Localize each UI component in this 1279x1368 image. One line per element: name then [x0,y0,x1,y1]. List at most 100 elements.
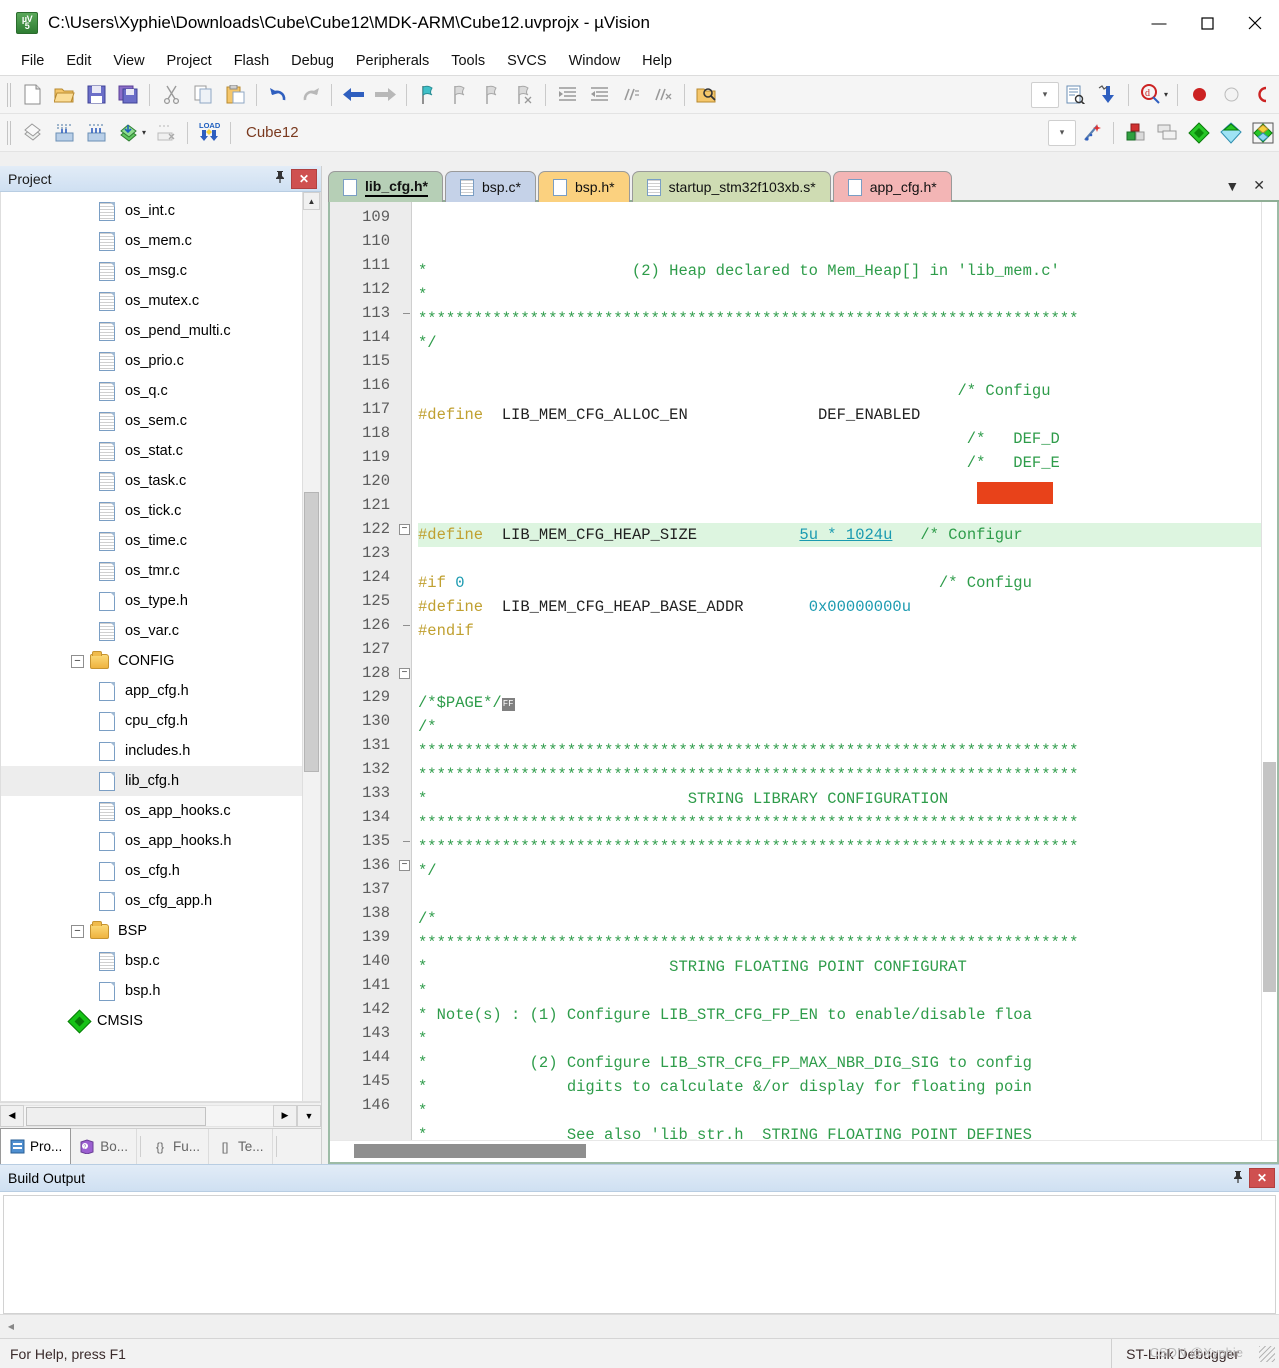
tree-expander-icon[interactable]: − [71,924,84,938]
tree-item-includes-h[interactable]: includes.h [1,736,302,766]
navigate-back-icon[interactable] [337,80,369,110]
load-icon[interactable]: LOAD [193,118,225,148]
code-line[interactable]: /* Configu [418,379,1261,403]
tree-item-os-task-c[interactable]: os_task.c [1,466,302,496]
config-wizard-icon[interactable] [1059,80,1091,110]
code-line[interactable]: * [418,283,1261,307]
code-line[interactable]: */ [418,859,1261,883]
code-line[interactable] [418,667,1261,691]
tree-item-os-tick-c[interactable]: os_tick.c [1,496,302,526]
open-file-icon[interactable] [48,80,80,110]
uncomment-icon[interactable] [647,80,679,110]
code-line[interactable]: ****************************************… [418,739,1261,763]
code-line[interactable]: * [418,979,1261,1003]
build-hscroll-left-button[interactable]: ◀ [0,1317,22,1337]
bookmark-prev-icon[interactable] [444,80,476,110]
paste-icon[interactable] [219,80,251,110]
code-folding-column[interactable]: − − − [398,202,412,1140]
tab-project[interactable]: Pro... [0,1128,72,1164]
build-output-hscrollbar[interactable]: ◀ [0,1314,1279,1338]
tree-item-app-cfg-h[interactable]: app_cfg.h [1,676,302,706]
bookmark-clear-icon[interactable] [508,80,540,110]
outdent-icon[interactable] [583,80,615,110]
tree-item-os-prio-c[interactable]: os_prio.c [1,346,302,376]
tree-expander-icon[interactable]: − [71,654,84,668]
tree-item-os-msg-c[interactable]: os_msg.c [1,256,302,286]
tree-item-os-q-c[interactable]: os_q.c [1,376,302,406]
tree-item-cpu-cfg-h[interactable]: cpu_cfg.h [1,706,302,736]
menu-tools[interactable]: Tools [440,49,496,73]
scroll-down-button[interactable]: ▼ [297,1104,321,1127]
code-line[interactable]: /* DEF_E [418,451,1261,475]
batch-build-dropdown-icon[interactable]: ▾ [138,118,150,148]
menu-view[interactable]: View [102,49,155,73]
cut-icon[interactable] [155,80,187,110]
insert-breakpoint-icon[interactable] [1183,80,1215,110]
menu-file[interactable]: File [10,49,55,73]
debug-dropdown-icon[interactable]: ▾ [1160,80,1172,110]
find-in-files-icon[interactable] [690,80,722,110]
fold-collapse-icon[interactable]: − [399,667,410,679]
build-pin-icon[interactable] [1227,1170,1249,1187]
hscroll-track[interactable] [24,1104,273,1127]
tree-item-bsp[interactable]: − BSP [1,916,302,946]
redo-icon[interactable] [294,80,326,110]
editor-tab-startup-stm32f103xb-s-[interactable]: startup_stm32f103xb.s* [631,171,831,202]
disable-breakpoint-icon[interactable] [1215,80,1247,110]
code-line[interactable]: /* [418,907,1261,931]
configure-combo-icon[interactable]: ▾ [1031,81,1059,108]
fold-collapse-icon[interactable]: − [399,859,410,871]
editor-vertical-scrollbar[interactable] [1261,202,1277,1140]
tree-item-os-stat-c[interactable]: os_stat.c [1,436,302,466]
project-tree-hscrollbar[interactable]: ◀ ▶ ▼ [0,1102,321,1128]
multi-project-icon[interactable] [1151,118,1183,148]
code-line[interactable]: ****************************************… [418,811,1261,835]
undo-icon[interactable] [262,80,294,110]
save-all-icon[interactable] [112,80,144,110]
project-tree-scrollbar[interactable]: ▲ [302,192,320,1101]
code-line[interactable]: ****************************************… [418,931,1261,955]
code-line[interactable] [418,499,1261,523]
kill-breakpoints-icon[interactable] [1247,80,1279,110]
target-options-icon[interactable]: ▾ [1048,119,1076,146]
tab-list-dropdown-icon[interactable]: ▼ [1225,178,1239,194]
minimize-button[interactable]: — [1135,0,1183,46]
manage-project-items-icon[interactable] [1119,118,1151,148]
editor-hscroll-thumb[interactable] [354,1144,586,1158]
code-line[interactable]: #if 0 /* Configu [418,571,1261,595]
code-area[interactable]: 109 110 111 112 113 114 115 116 117 118 119 120 121 1… [330,202,1277,1140]
tree-item-os-var-c[interactable]: os_var.c [1,616,302,646]
rebuild-icon[interactable] [80,118,112,148]
pin-icon[interactable] [269,170,291,187]
tree-item-os-mem-c[interactable]: os_mem.c [1,226,302,256]
hscroll-right-button[interactable]: ▶ [273,1104,297,1127]
code-line[interactable]: * (2) Configure LIB_STR_CFG_FP_MAX_NBR_D… [418,1051,1261,1075]
menu-debug[interactable]: Debug [280,49,345,73]
tree-item-os-sem-c[interactable]: os_sem.c [1,406,302,436]
code-line[interactable]: * (2) Heap declared to Mem_Heap[] in 'li… [418,259,1261,283]
code-line[interactable]: * STRING FLOATING POINT CONFIGURAT [418,955,1261,979]
scroll-up-button[interactable]: ▲ [303,192,320,210]
code-line[interactable]: */ [418,331,1261,355]
navigate-forward-icon[interactable] [369,80,401,110]
fold-marker[interactable]: − [398,517,411,541]
code-line[interactable]: * See also 'lib_str.h STRING FLOATING PO… [418,1123,1261,1140]
build-output-close-button[interactable]: ✕ [1249,1168,1275,1188]
bookmark-toggle-icon[interactable] [412,80,444,110]
fold-marker[interactable]: − [398,661,411,685]
tree-item-os-int-c[interactable]: os_int.c [1,196,302,226]
download-icon[interactable] [1091,80,1123,110]
editor-tab-app-cfg-h-[interactable]: app_cfg.h* [832,171,952,202]
manage-rte-icon[interactable] [1215,118,1247,148]
fold-marker[interactable]: − [398,853,411,877]
editor-tab-lib-cfg-h-[interactable]: lib_cfg.h* [328,171,444,202]
code-line[interactable]: #define LIB_MEM_CFG_HEAP_BASE_ADDR 0x000… [418,595,1261,619]
tree-item-lib-cfg-h[interactable]: lib_cfg.h [1,766,302,796]
close-button[interactable] [1231,0,1279,46]
save-icon[interactable] [80,80,112,110]
indent-icon[interactable] [551,80,583,110]
magic-wand-icon[interactable] [1076,118,1108,148]
menu-flash[interactable]: Flash [223,49,280,73]
hscroll-thumb[interactable] [26,1106,206,1126]
code-line[interactable]: ****************************************… [418,307,1261,331]
